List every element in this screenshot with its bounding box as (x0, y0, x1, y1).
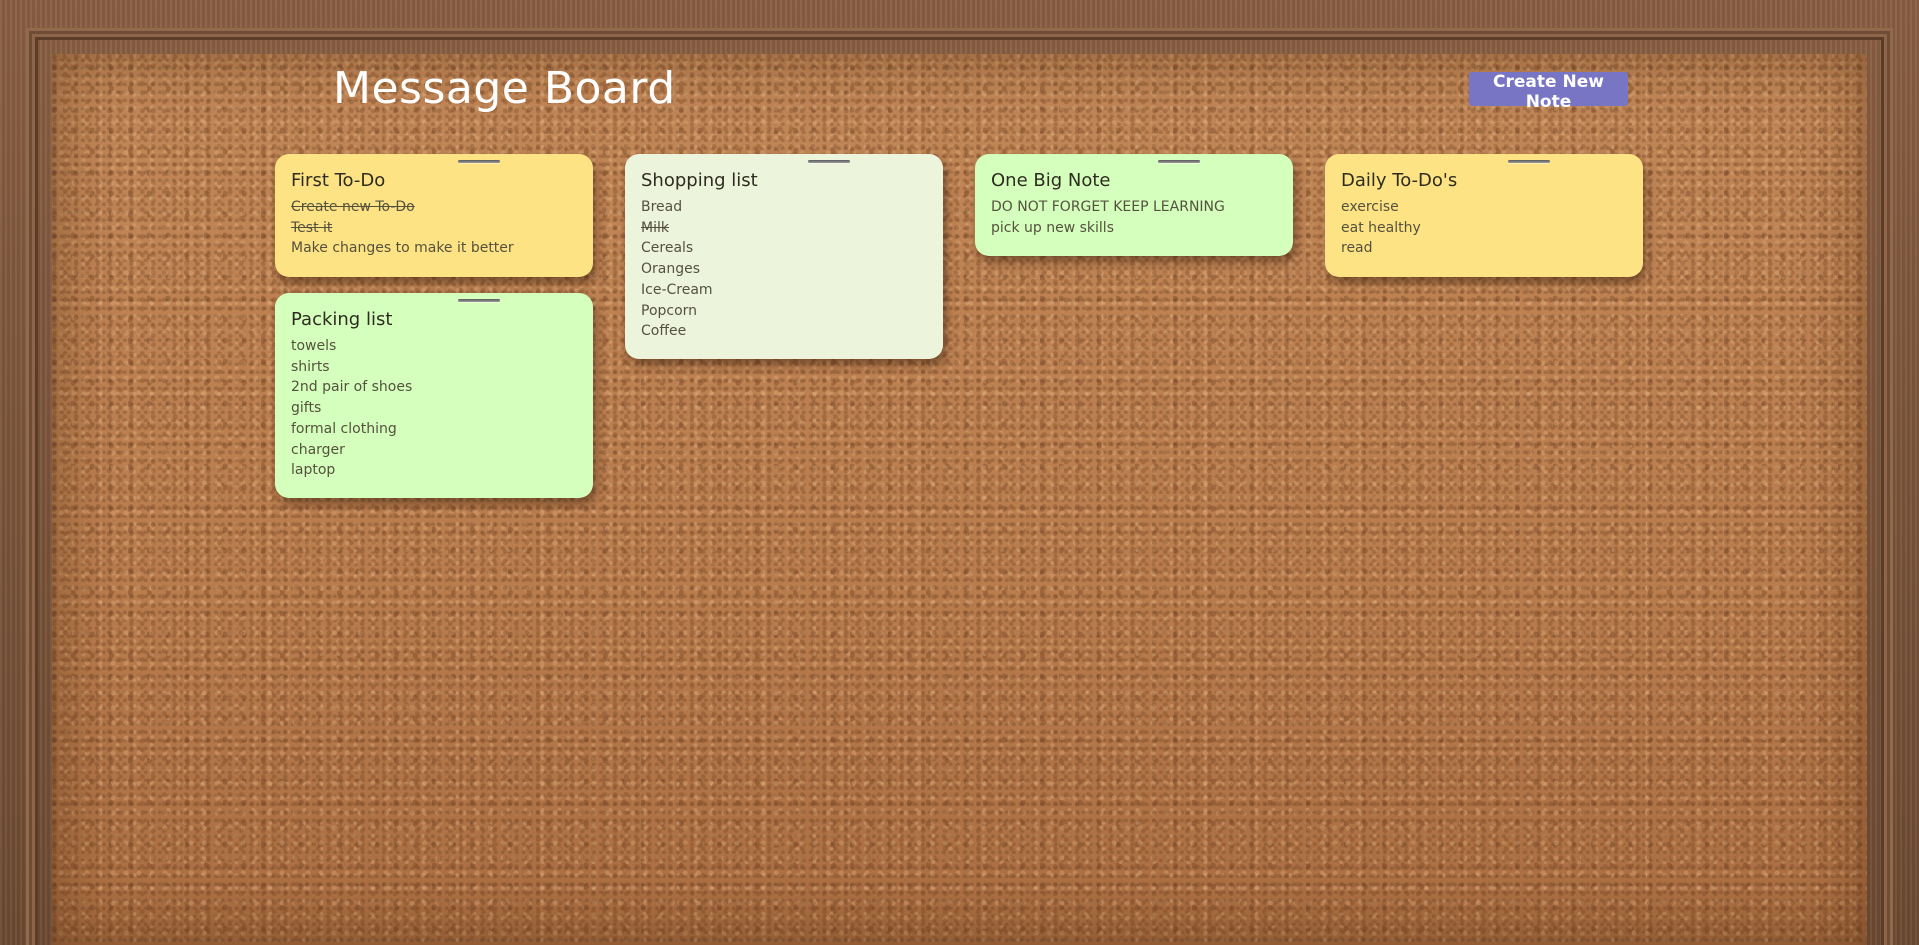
tape-icon (808, 160, 850, 163)
note-shopping-list[interactable]: Shopping list Bread Milk Cereals Oranges… (625, 154, 943, 359)
create-new-note-button[interactable]: Create New Note (1469, 72, 1628, 112)
note-items: DO NOT FORGET KEEP LEARNING pick up new … (991, 197, 1277, 238)
note-title: Shopping list (641, 170, 758, 191)
note-item[interactable]: Bread (641, 197, 927, 218)
note-title: One Big Note (991, 170, 1111, 191)
note-item[interactable]: shirts (291, 357, 577, 378)
note-items: towels shirts 2nd pair of shoes gifts fo… (291, 336, 577, 481)
note-one-big-note[interactable]: One Big Note DO NOT FORGET KEEP LEARNING… (975, 154, 1293, 256)
note-title: Packing list (291, 309, 393, 330)
note-packing-list[interactable]: Packing list towels shirts 2nd pair of s… (275, 293, 593, 498)
note-item[interactable]: DO NOT FORGET KEEP LEARNING (991, 197, 1277, 218)
note-item[interactable]: Test it (291, 218, 577, 239)
note-item[interactable]: Cereals (641, 238, 927, 259)
tape-icon (1508, 160, 1550, 163)
note-title: Daily To-Do's (1341, 170, 1458, 191)
tape-icon (458, 299, 500, 302)
note-items: Create new To-Do Test it Make changes to… (291, 197, 577, 259)
note-item[interactable]: Oranges (641, 259, 927, 280)
note-item[interactable]: eat healthy (1341, 218, 1627, 239)
note-items: Bread Milk Cereals Oranges Ice-Cream Pop… (641, 197, 927, 342)
note-item[interactable]: Coffee (641, 321, 927, 342)
note-item[interactable]: Milk (641, 218, 927, 239)
note-item[interactable]: pick up new skills (991, 218, 1277, 239)
note-first-to-do[interactable]: First To-Do Create new To-Do Test it Mak… (275, 154, 593, 277)
tape-icon (458, 160, 500, 163)
page-title: Message Board (333, 63, 676, 114)
note-title: First To-Do (291, 170, 386, 191)
note-daily-to-dos[interactable]: Daily To-Do's exercise eat healthy read (1325, 154, 1643, 277)
note-item[interactable]: Ice-Cream (641, 280, 927, 301)
note-item[interactable]: read (1341, 238, 1627, 259)
note-item[interactable]: gifts (291, 398, 577, 419)
note-item[interactable]: towels (291, 336, 577, 357)
note-item[interactable]: Create new To-Do (291, 197, 577, 218)
tape-icon (1158, 160, 1200, 163)
note-item[interactable]: Make changes to make it better (291, 238, 577, 259)
note-items: exercise eat healthy read (1341, 197, 1627, 259)
note-item[interactable]: exercise (1341, 197, 1627, 218)
note-item[interactable]: 2nd pair of shoes (291, 377, 577, 398)
note-item[interactable]: Popcorn (641, 301, 927, 322)
note-item[interactable]: charger (291, 440, 577, 461)
note-item[interactable]: formal clothing (291, 419, 577, 440)
note-item[interactable]: laptop (291, 460, 577, 481)
